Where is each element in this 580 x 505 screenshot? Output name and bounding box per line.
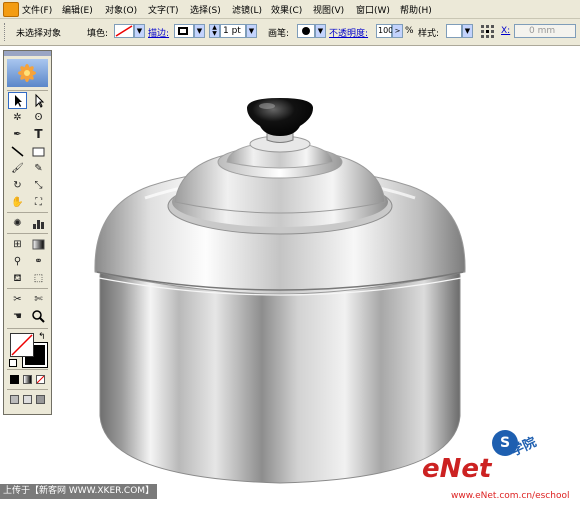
stroke-link[interactable]: 描边:: [148, 26, 169, 39]
menu-view[interactable]: 视图(V): [313, 3, 344, 16]
rotate-tool-icon[interactable]: ↻: [8, 177, 27, 194]
style-swatch[interactable]: [446, 24, 462, 38]
mesh-tool-icon[interactable]: ⊞: [8, 236, 27, 253]
opacity-slider-arrow[interactable]: >: [392, 24, 403, 38]
menu-effect[interactable]: 效果(C): [271, 3, 302, 16]
gradient-tool-icon[interactable]: [29, 236, 48, 253]
menu-window[interactable]: 窗口(W): [356, 3, 390, 16]
rectangle-tool-icon[interactable]: [29, 143, 48, 160]
opacity-input[interactable]: 100: [376, 24, 394, 38]
scissors-tool-icon[interactable]: ✄: [29, 291, 48, 308]
menu-file[interactable]: 文件(F): [22, 3, 52, 16]
stroke-square-icon: [178, 27, 188, 35]
swap-colors-icon[interactable]: ↰: [38, 332, 46, 342]
stroke-weight-dropdown-arrow[interactable]: ▼: [246, 24, 257, 38]
live-paint-selection-tool-icon[interactable]: ⬚: [29, 270, 48, 287]
control-panel: 未选择对象 填色: ▼ 描边: ▼ ▲ ▼ 1 pt ▼ 画笔: ▼ 不透明度: …: [0, 19, 580, 46]
opacity-unit: %: [405, 26, 414, 36]
menu-filter[interactable]: 滤镜(L): [232, 3, 262, 16]
x-value: 0 mm: [529, 26, 556, 36]
x-label[interactable]: X:: [501, 26, 510, 36]
app-icon: [3, 2, 19, 17]
menu-type[interactable]: 文字(T): [148, 3, 179, 16]
brush-label: 画笔:: [268, 29, 290, 39]
pencil-tool-icon[interactable]: ✎: [29, 160, 48, 177]
default-colors-icon[interactable]: [9, 359, 17, 367]
brush-dropdown-arrow[interactable]: ▼: [315, 24, 326, 38]
full-screen-menu-mode-button[interactable]: [23, 395, 32, 404]
scale-tool-icon[interactable]: ⤡: [29, 177, 48, 194]
menu-edit[interactable]: 编辑(E): [62, 3, 93, 16]
x-input[interactable]: 0 mm: [514, 24, 576, 38]
none-mode-button[interactable]: [36, 375, 45, 384]
eyedropper-tool-icon[interactable]: ⚲: [8, 253, 27, 270]
tools-panel: ✲ ʘ ✒ T 🖌 ✎ ↻ ⤡ ✋ ⛶ ✺ ⊞ ⚲ ⚭ ⛾ ⬚ ✂ ✄ ☚ ↰: [3, 50, 52, 415]
warp-tool-icon[interactable]: ✋: [8, 194, 27, 211]
stroke-swatch[interactable]: [174, 24, 194, 38]
menu-help[interactable]: 帮助(H): [400, 3, 432, 16]
selection-tool-icon[interactable]: [8, 92, 27, 109]
type-tool-icon[interactable]: T: [29, 126, 48, 143]
opacity-value: 100: [378, 26, 394, 35]
selection-status: 未选择对象: [16, 29, 62, 39]
magic-wand-tool-icon[interactable]: ✲: [8, 109, 27, 126]
zoom-tool-icon[interactable]: [29, 308, 48, 325]
fill-dropdown-arrow[interactable]: ▼: [134, 24, 145, 38]
graph-tool-icon[interactable]: [29, 215, 48, 232]
standard-screen-mode-button[interactable]: [10, 395, 19, 404]
gradient-mode-button[interactable]: [23, 375, 32, 384]
paintbrush-tool-icon[interactable]: 🖌: [8, 160, 27, 177]
menu-object[interactable]: 对象(O): [105, 3, 137, 16]
brush-swatch[interactable]: [297, 24, 315, 38]
stroke-weight-stepper[interactable]: ▲ ▼: [209, 24, 220, 38]
stroke-dropdown-arrow[interactable]: ▼: [194, 24, 205, 38]
tools-panel-titlebar[interactable]: [4, 51, 51, 56]
blend-tool-icon[interactable]: ⚭: [29, 253, 48, 270]
stroke-weight-value: 1 pt: [223, 26, 241, 36]
lasso-tool-icon[interactable]: ʘ: [29, 109, 48, 126]
hand-tool-icon[interactable]: ☚: [8, 308, 27, 325]
flower-logo-icon: [18, 64, 36, 82]
free-transform-tool-icon[interactable]: ⛶: [29, 194, 48, 211]
fill-swatch[interactable]: [114, 24, 134, 38]
none-fill-icon: [11, 334, 33, 356]
line-segment-tool-icon[interactable]: [8, 143, 27, 160]
stroke-weight-input[interactable]: 1 pt: [220, 24, 246, 38]
enet-logo-text: eNet: [422, 454, 492, 484]
menu-select[interactable]: 选择(S): [190, 3, 221, 16]
app-logo[interactable]: [7, 59, 48, 87]
reference-point-icon[interactable]: [480, 24, 496, 38]
none-swatch-icon: [115, 25, 133, 37]
full-screen-mode-button[interactable]: [36, 395, 45, 404]
style-dropdown-arrow[interactable]: ▼: [462, 24, 473, 38]
pen-tool-icon[interactable]: ✒: [8, 126, 27, 143]
menu-bar: 文件(F) 编辑(E) 对象(O) 文字(T) 选择(S) 滤镜(L) 效果(C…: [0, 0, 580, 19]
opacity-link[interactable]: 不透明度:: [329, 26, 368, 39]
source-url: www.eNet.com.cn/eschool: [451, 491, 570, 501]
style-label: 样式:: [418, 29, 440, 39]
upload-credit: 上传于【新客网 WWW.XKER.COM】: [0, 484, 158, 499]
slice-tool-icon[interactable]: ✂: [8, 291, 27, 308]
symbol-sprayer-tool-icon[interactable]: ✺: [8, 215, 27, 232]
fill-label: 填色:: [87, 29, 109, 39]
direct-selection-tool-icon[interactable]: [29, 92, 48, 109]
brush-dot-icon: [302, 27, 310, 35]
transform-grid-icon: [481, 25, 494, 38]
live-paint-bucket-tool-icon[interactable]: ⛾: [8, 270, 27, 287]
color-mode-button[interactable]: [10, 375, 19, 384]
fill-color-box[interactable]: [10, 333, 34, 357]
panel-grip[interactable]: [4, 23, 7, 41]
s-badge-icon: S: [492, 430, 518, 456]
